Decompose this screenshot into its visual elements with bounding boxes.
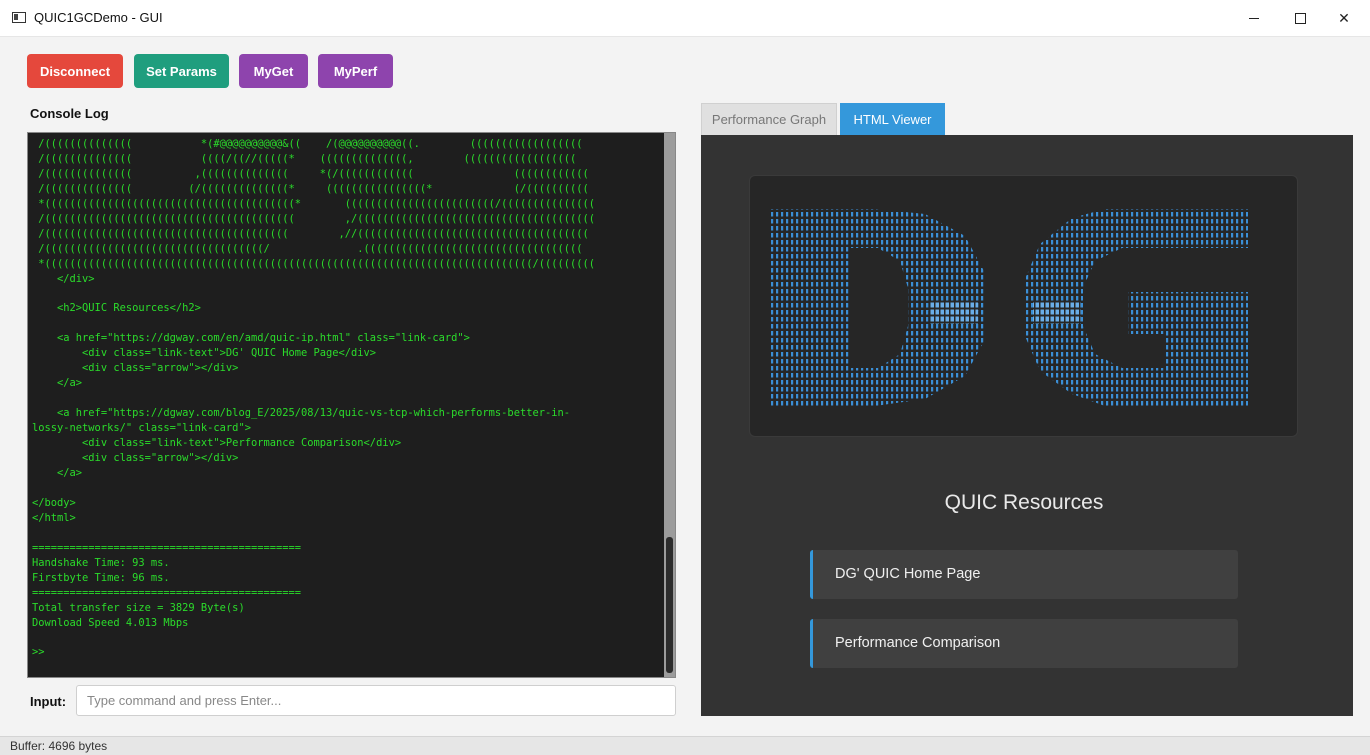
console-log-label: Console Log	[30, 106, 109, 121]
input-label: Input:	[30, 694, 67, 709]
maximize-button[interactable]	[1278, 6, 1322, 30]
minimize-button[interactable]	[1232, 6, 1276, 30]
command-input[interactable]	[76, 685, 676, 716]
close-button[interactable]: ✕	[1322, 6, 1366, 30]
tab-performance-graph[interactable]: Performance Graph	[701, 103, 837, 135]
console-scrollbar[interactable]	[664, 133, 675, 677]
link-card-quic-home[interactable]: DG' QUIC Home Page	[810, 550, 1238, 599]
maximize-icon	[1294, 12, 1306, 24]
window-title: QUIC1GCDemo - GUI	[34, 10, 163, 25]
title-bar: QUIC1GCDemo - GUI ✕	[0, 0, 1370, 37]
console-output: /(((((((((((((( *(#@@@@@@@@@@&(( /(@@@@@…	[32, 138, 596, 659]
status-bar: Buffer: 4696 bytes	[0, 736, 1370, 755]
app-window-icon	[12, 12, 26, 23]
html-viewer-panel: QUIC Resources DG' QUIC Home Page Perfor…	[701, 135, 1353, 716]
link-card-performance-comparison[interactable]: Performance Comparison	[810, 619, 1238, 668]
buffer-status: Buffer: 4696 bytes	[10, 739, 108, 753]
console-log-area[interactable]: /(((((((((((((( *(#@@@@@@@@@@&(( /(@@@@@…	[27, 132, 676, 678]
dg-ascii-logo	[749, 175, 1298, 437]
tab-html-viewer[interactable]: HTML Viewer	[840, 103, 945, 135]
link-text: Performance Comparison	[835, 635, 1001, 651]
dg-logo-image	[770, 209, 1248, 406]
viewer-heading: QUIC Resources	[944, 491, 1104, 514]
link-text: DG' QUIC Home Page	[835, 566, 981, 582]
minimize-icon	[1249, 17, 1259, 19]
myperf-button[interactable]: MyPerf	[318, 54, 393, 88]
console-scroll-thumb[interactable]	[666, 537, 673, 673]
disconnect-button[interactable]: Disconnect	[27, 54, 123, 88]
set-params-button[interactable]: Set Params	[134, 54, 229, 88]
close-icon: ✕	[1338, 9, 1350, 26]
myget-button[interactable]: MyGet	[239, 54, 308, 88]
